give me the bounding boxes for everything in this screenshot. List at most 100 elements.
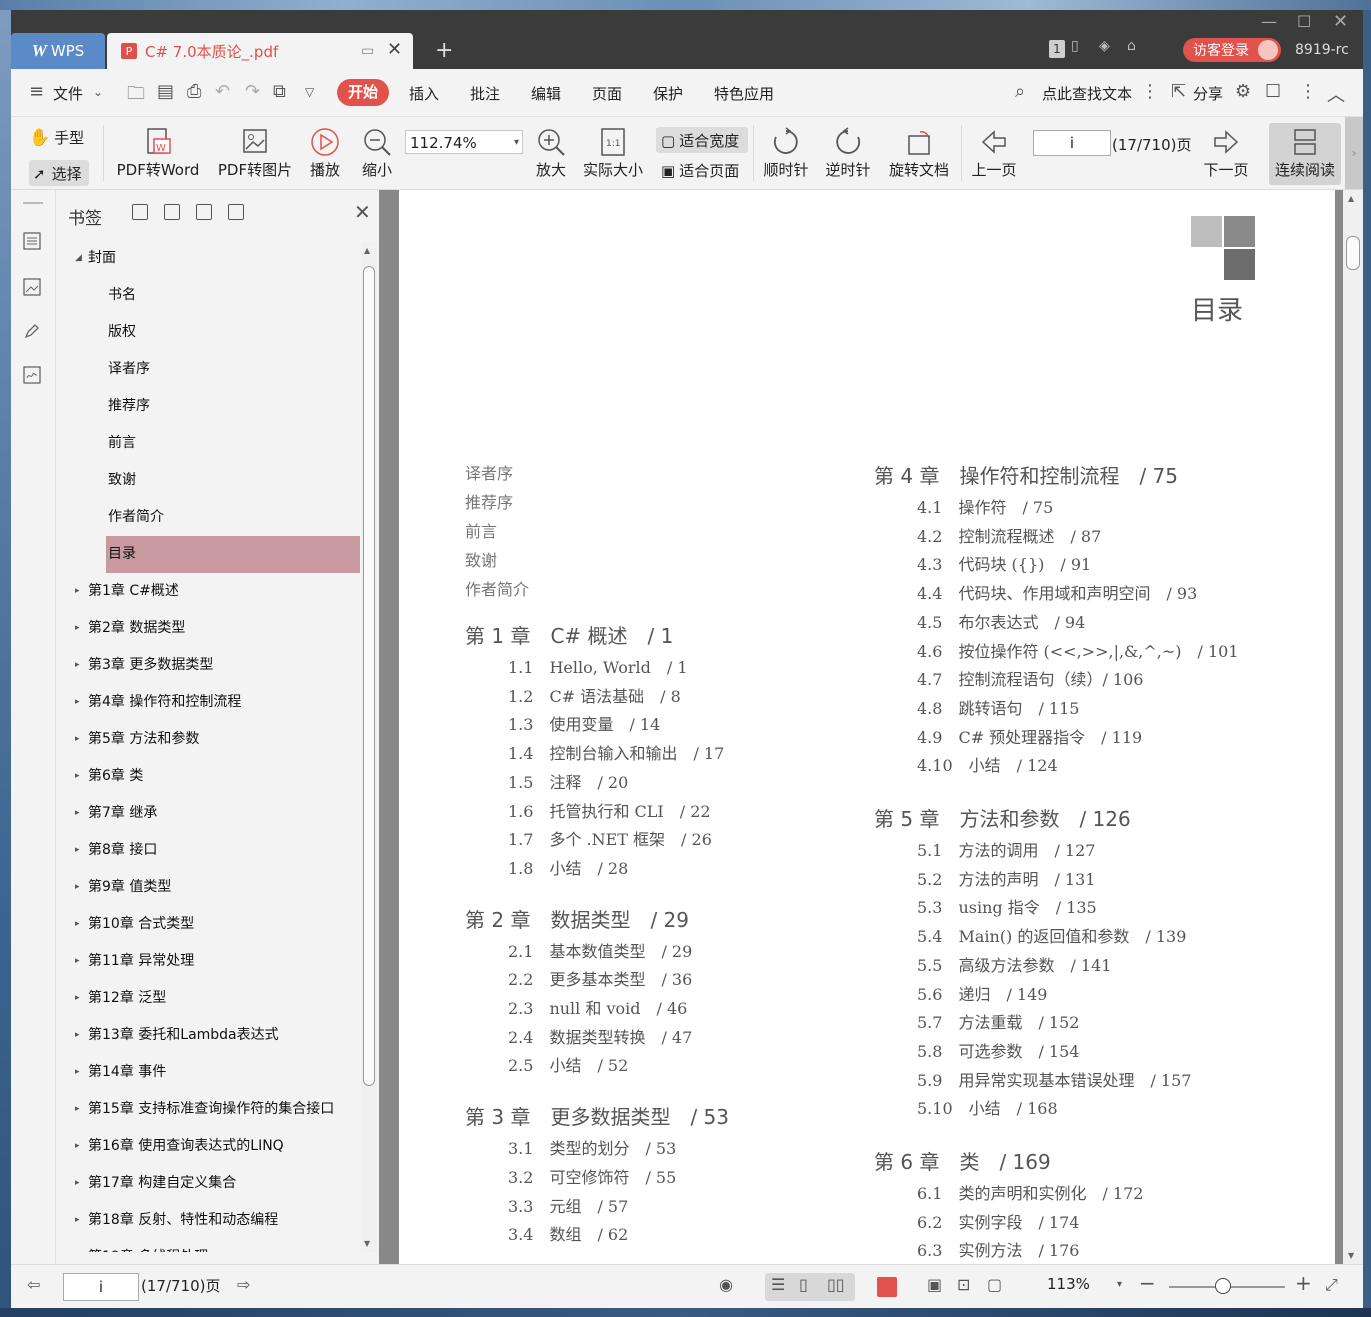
collapsed-arrow-icon[interactable]: ▸ [75, 906, 80, 943]
bookmark-options-icon[interactable] [228, 204, 244, 220]
bookmark-scroll-thumb[interactable] [363, 266, 375, 1086]
collapsed-arrow-icon[interactable]: ▸ [75, 1054, 80, 1091]
bookmark-item[interactable]: ▸ 第11章 异常处理 [66, 943, 360, 980]
bookmark-item[interactable]: 目录 [106, 536, 360, 573]
bookmark-item[interactable]: 版权 [106, 314, 360, 351]
open-folder-icon[interactable]: 🗀 [127, 81, 145, 111]
bookmark-item[interactable]: ▸ 第10章 合式类型 [66, 906, 360, 943]
export-icon[interactable]: ⧉ [273, 81, 286, 102]
chevron-down-icon[interactable]: ▾ [1117, 1279, 1122, 1290]
fit-page-button[interactable]: ▣ 适合页面 [661, 160, 739, 181]
hand-tool-button[interactable]: ✋ 手型 [29, 127, 84, 148]
tab-annotate[interactable]: 批注 [470, 83, 500, 104]
actual-size-button[interactable]: 1:1 实际大小 [581, 127, 645, 180]
thumbnail-icon[interactable] [23, 278, 41, 296]
chevron-down-icon[interactable]: ⌄ [93, 85, 103, 99]
more-options-icon[interactable]: ⋮ [1299, 81, 1317, 102]
collapse-all-icon[interactable] [164, 204, 180, 220]
new-tab-icon[interactable]: + [435, 38, 453, 63]
bookmark-item[interactable]: ◢ 封面 [66, 240, 360, 277]
arrow-left-icon[interactable]: ⇦ [27, 1275, 40, 1294]
zoom-combobox[interactable]: 112.74% ▾ [405, 130, 523, 154]
collapsed-arrow-icon[interactable]: ▸ [75, 758, 80, 795]
bookmark-item[interactable]: 致谢 [106, 462, 360, 499]
bookmark-item[interactable]: 作者简介 [106, 499, 360, 536]
monitor-icon[interactable]: ▭ [361, 43, 374, 59]
bookmark-item[interactable]: ▸ 第2章 数据类型 [66, 610, 360, 647]
collapsed-arrow-icon[interactable]: ▸ [75, 1091, 80, 1128]
bookmark-item[interactable]: 书名 [106, 277, 360, 314]
print-icon[interactable]: ⎙ [187, 81, 201, 102]
tab-edit[interactable]: 编辑 [531, 83, 561, 104]
zoom-slider-knob[interactable] [1215, 1278, 1231, 1294]
tab-insert[interactable]: 插入 [409, 83, 439, 104]
menu-file[interactable]: 文件 [53, 83, 83, 104]
add-bookmark-icon[interactable] [196, 204, 212, 220]
collapsed-arrow-icon[interactable]: ▸ [75, 1128, 80, 1165]
bookmark-scrollbar[interactable]: ▲ ▼ [361, 242, 377, 1252]
theme-icon[interactable]: ◈ [1099, 38, 1110, 54]
maximize-icon[interactable]: ☐ [1297, 12, 1311, 31]
collapsed-arrow-icon[interactable]: ▸ [75, 721, 80, 758]
collapsed-arrow-icon[interactable]: ▸ [75, 1202, 80, 1239]
bookmark-item[interactable]: ▸ 第15章 支持标准查询操作符的集合接口 [66, 1091, 360, 1128]
collapsed-arrow-icon[interactable]: ▸ [75, 795, 80, 832]
collapsed-arrow-icon[interactable]: ▸ [75, 980, 80, 1017]
document-scroll-thumb[interactable] [1346, 236, 1360, 270]
bookmark-item[interactable]: ▸ 第19章 多线程处理 [66, 1239, 360, 1252]
close-window-icon[interactable]: ✕ [1333, 11, 1348, 32]
bookmark-item[interactable]: ▸ 第7章 继承 [66, 795, 360, 832]
next-page-button[interactable]: 下一页 [1203, 127, 1249, 180]
share-icon[interactable]: ⇱ [1171, 81, 1186, 102]
bookmark-item[interactable]: ▸ 第16章 使用查询表达式的LINQ [66, 1128, 360, 1165]
status-page-input[interactable]: i [63, 1273, 139, 1301]
undo-icon[interactable]: ↶ [215, 81, 230, 102]
expanded-arrow-icon[interactable]: ◢ [75, 240, 82, 277]
bookmark-item[interactable]: ▸ 第14章 事件 [66, 1054, 360, 1091]
rotate-counterclockwise-button[interactable]: 逆时针 [825, 127, 871, 180]
tab-protect[interactable]: 保护 [653, 83, 683, 104]
bookmark-item[interactable]: ▸ 第13章 委托和Lambda表达式 [66, 1017, 360, 1054]
collapsed-arrow-icon[interactable]: ▸ [75, 684, 80, 721]
close-panel-icon[interactable]: ✕ [354, 200, 371, 224]
signature-icon[interactable] [23, 366, 41, 384]
bookmark-item[interactable]: ▸ 第1章 C#概述 [66, 573, 360, 610]
toolbar-scroll-right[interactable]: › [1345, 117, 1363, 189]
single-page-icon[interactable]: ▯ [799, 1275, 808, 1294]
search-icon[interactable]: ⌕ [1015, 81, 1025, 102]
status-zoom-value[interactable]: 113% [1047, 1275, 1090, 1293]
fit-page-icon[interactable]: ⊡ [957, 1275, 970, 1294]
bookmark-item[interactable]: 推荐序 [106, 388, 360, 425]
page-number-input[interactable]: i [1033, 130, 1111, 156]
zoom-out-button[interactable]: 缩小 [359, 127, 395, 180]
collapsed-arrow-icon[interactable]: ▸ [75, 943, 80, 980]
fit-width-button[interactable]: ▢ 适合宽度 [661, 130, 739, 151]
bookmark-item[interactable]: ▸ 第6章 类 [66, 758, 360, 795]
bookmark-item[interactable]: ▸ 第5章 方法和参数 [66, 721, 360, 758]
scroll-down-icon[interactable]: ▼ [364, 1239, 370, 1248]
arrow-right-icon[interactable]: ⇨ [237, 1275, 250, 1294]
more-vertical-icon[interactable]: ⋮ [1141, 81, 1159, 102]
tab-start[interactable]: 开始 [337, 79, 389, 106]
hamburger-icon[interactable]: ≡ [29, 81, 44, 102]
play-button[interactable]: 播放 [307, 127, 343, 180]
split-view-icon[interactable]: ▯ [1071, 38, 1079, 54]
chevron-down-icon[interactable]: ▾ [514, 131, 519, 155]
select-tool-button[interactable]: ➚ 选择 [33, 163, 82, 184]
actual-size-icon[interactable]: ▣ [927, 1275, 942, 1294]
scroll-up-icon[interactable]: ▲ [364, 246, 370, 255]
zoom-plus-icon[interactable]: + [1295, 1271, 1312, 1295]
bookmark-item[interactable]: 前言 [106, 425, 360, 462]
gear-icon[interactable]: ⚙ [1235, 81, 1251, 102]
minimize-icon[interactable]: — [1261, 12, 1277, 31]
collapsed-arrow-icon[interactable]: ▸ [75, 1239, 80, 1252]
wps-home-tab[interactable]: W WPS [11, 33, 105, 69]
close-tab-icon[interactable]: ✕ [387, 39, 402, 60]
redo-icon[interactable]: ↷ [245, 81, 260, 102]
comment-icon[interactable]: ☐ [1265, 81, 1281, 102]
pdf-to-word-button[interactable]: W PDF转Word [113, 127, 203, 180]
zoom-minus-icon[interactable]: − [1139, 1271, 1156, 1295]
window-count-badge[interactable]: 1 [1049, 40, 1065, 58]
fullscreen-icon[interactable]: ⤢ [1325, 1275, 1338, 1295]
bookmark-item[interactable]: ▸ 第17章 构建自定义集合 [66, 1165, 360, 1202]
